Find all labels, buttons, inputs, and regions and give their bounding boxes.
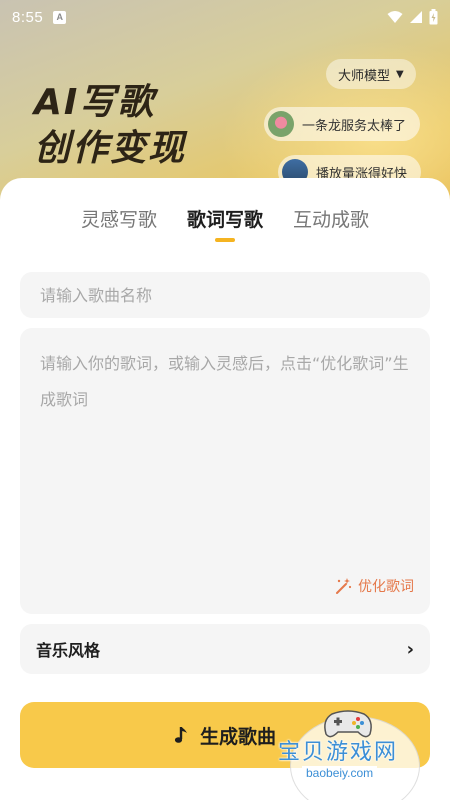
status-icons <box>387 9 438 25</box>
status-time: 8:55 <box>12 8 44 26</box>
status-bar: 8:55 A <box>0 0 450 34</box>
tab-lyrics[interactable]: 歌词写歌 <box>187 206 263 246</box>
optimize-lyrics-button[interactable]: 优化歌词 <box>334 576 414 596</box>
review-bubble: 一条龙服务太棒了 <box>264 107 421 141</box>
generate-song-button[interactable]: 生成歌曲 <box>20 702 430 768</box>
hero-title-line-1: AI写歌 <box>34 82 156 123</box>
battery-icon <box>429 9 438 25</box>
wifi-icon <box>387 11 403 23</box>
tab-lyrics-label: 歌词写歌 <box>186 209 263 231</box>
hero-title-line-2: 创作变现 <box>34 128 187 169</box>
song-name-field <box>20 272 430 318</box>
lyrics-input[interactable] <box>20 328 430 558</box>
tab-active-indicator <box>214 238 235 242</box>
notification-icon: A <box>53 10 67 24</box>
generate-song-label: 生成歌曲 <box>199 725 276 748</box>
avatar <box>268 111 294 137</box>
signal-icon <box>410 11 422 23</box>
hero-title: AI写歌 创作变现 <box>34 80 234 172</box>
triangle-down-icon: ▼ <box>396 68 404 80</box>
tab-inspiration[interactable]: 灵感写歌 <box>81 206 157 246</box>
tab-interactive[interactable]: 互动成歌 <box>293 206 369 246</box>
model-select[interactable]: 大师模型 ▼ <box>326 59 416 89</box>
music-style-label: 音乐风格 <box>36 641 101 660</box>
model-select-label: 大师模型 <box>338 68 391 84</box>
optimize-lyrics-label: 优化歌词 <box>358 579 414 595</box>
magic-wand-icon <box>336 578 352 594</box>
lyrics-field: 优化歌词 <box>20 328 430 614</box>
chevron-right-icon: › <box>406 638 414 660</box>
review-text: 一条龙服务太棒了 <box>302 118 407 134</box>
tab-bar: 灵感写歌 歌词写歌 互动成歌 <box>0 206 450 246</box>
music-note-icon <box>174 727 187 743</box>
main-sheet: 灵感写歌 歌词写歌 互动成歌 优化歌词 音乐风格 › <box>0 178 450 800</box>
music-style-row[interactable]: 音乐风格 › <box>20 624 430 674</box>
song-name-input[interactable] <box>20 272 430 318</box>
